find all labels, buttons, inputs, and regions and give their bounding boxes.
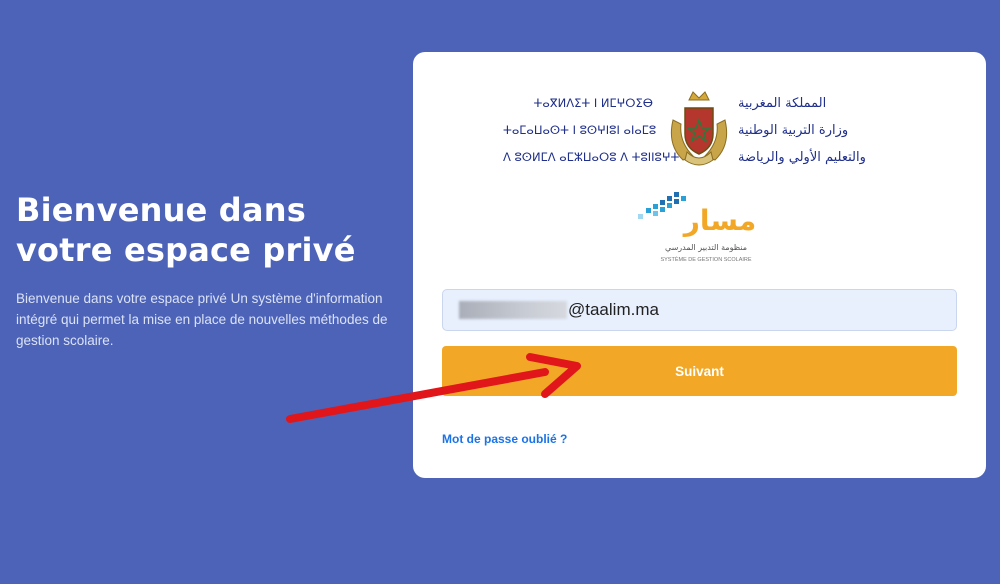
ministry-name-arabic: المملكة المغربية وزارة التربية الوطنية و… [738, 90, 903, 171]
arabic-line: المملكة المغربية [738, 96, 827, 111]
welcome-title: Bienvenue dans votre espace privé [16, 191, 356, 269]
login-card: ⵜⴰⴳⵍⴷⵉⵜ ⵏ ⵍⵎⵖⵔⵉⴱ ⵜⴰⵎⴰⵡⴰⵙⵜ ⵏ ⵓⵙⵖⵏⵓⵏ ⴰⵏⴰⵎⵓ… [413, 52, 986, 478]
arabic-line: والتعليم الأولي والرياضة [738, 150, 866, 165]
ministry-name-tifinagh: ⵜⴰⴳⵍⴷⵉⵜ ⵏ ⵍⵎⵖⵔⵉⴱ ⵜⴰⵎⴰⵡⴰⵙⵜ ⵏ ⵓⵙⵖⵏⵓⵏ ⴰⵏⴰⵎⵓ… [503, 90, 680, 171]
tifinagh-line: ⴷ ⵓⵙⵍⵎⴷ ⴰⵎⵣⵡⴰⵔⵓ ⴷ ⵜⵓⵏⵏⵓⵖⵜ [503, 150, 680, 164]
ministry-header: ⵜⴰⴳⵍⴷⵉⵜ ⵏ ⵍⵎⵖⵔⵉⴱ ⵜⴰⵎⴰⵡⴰⵙⵜ ⵏ ⵓⵙⵖⵏⵓⵏ ⴰⵏⴰⵎⵓ… [503, 90, 903, 170]
email-field[interactable]: @taalim.ma [442, 289, 957, 331]
forgot-password-link[interactable]: Mot de passe oublié ? [442, 432, 567, 446]
email-redacted-part [459, 301, 567, 319]
logo-subtitle-arabic: منظومة التدبير المدرسي [665, 243, 747, 252]
next-button[interactable]: Suivant [442, 346, 957, 396]
welcome-section: Bienvenue dans votre espace privé Bienve… [16, 190, 396, 351]
tifinagh-line: ⵜⴰⵎⴰⵡⴰⵙⵜ ⵏ ⵓⵙⵖⵏⵓⵏ ⴰⵏⴰⵎⵓ [503, 123, 657, 137]
tifinagh-line: ⵜⴰⴳⵍⴷⵉⵜ ⵏ ⵍⵎⵖⵔⵉⴱ [533, 96, 653, 110]
arabic-line: وزارة التربية الوطنية [738, 123, 849, 138]
coat-of-arms-icon [670, 91, 728, 166]
massar-logo: مسار منظومة التدبير المدرسي SYSTÈME DE G… [638, 192, 756, 263]
logo-name: مسار [682, 204, 756, 237]
pixel-mark-icon [638, 192, 686, 219]
email-domain: @taalim.ma [568, 300, 659, 319]
logo-subtitle-french: SYSTÈME DE GESTION SCOLAIRE [660, 256, 751, 263]
welcome-description: Bienvenue dans votre espace privé Un sys… [16, 291, 388, 348]
